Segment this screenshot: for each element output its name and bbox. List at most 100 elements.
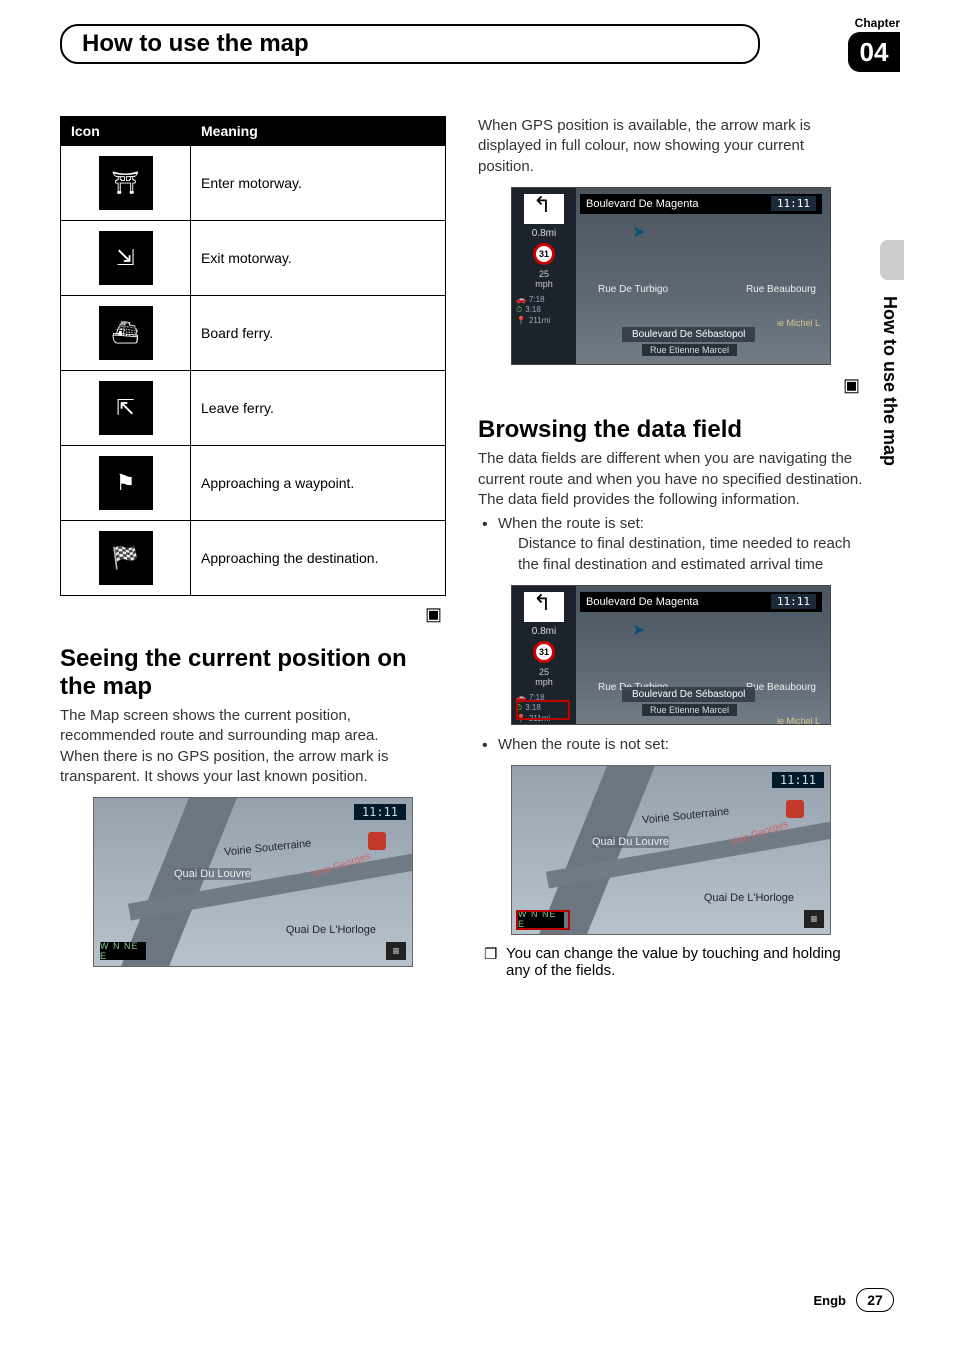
turn-arrow-icon: [524, 194, 564, 224]
meaning-cell: Approaching the destination.: [191, 521, 446, 596]
current-street: Boulevard De Magenta: [586, 596, 699, 608]
map-street-label: Voirie Souterraine: [642, 806, 730, 827]
table-row: ⇱ Leave ferry.: [61, 371, 446, 446]
map-street-label: Rue De Turbigo: [598, 284, 668, 295]
note-touch-hold: You can change the value by touching and…: [478, 945, 864, 979]
compass-icon: W N NE E: [100, 942, 146, 960]
chapter-header: Chapter 04 How to use the map: [60, 24, 900, 64]
position-marker-icon: ➤: [632, 222, 645, 242]
board-ferry-icon: ⛴: [99, 306, 153, 360]
map-time: 11:11: [354, 804, 406, 820]
sub-street-label: Rue Etienne Marcel: [642, 344, 737, 356]
map-street-label: Quai De L'Horloge: [704, 892, 794, 904]
clock-display: 11:11: [771, 196, 816, 211]
bullet-route-set-detail: Distance to final destination, time need…: [498, 534, 864, 575]
chapter-label: Chapter: [855, 16, 900, 30]
icon-cell: ⚑: [61, 446, 191, 521]
enter-motorway-icon: ⛩: [99, 156, 153, 210]
next-street-label: Boulevard De Sébastopol: [622, 687, 755, 702]
map-time: 11:11: [772, 772, 824, 788]
table-row: 🏁 Approaching the destination.: [61, 521, 446, 596]
side-tab-indicator: [880, 240, 904, 280]
position-marker-icon: ➤: [632, 620, 645, 640]
heading-browsing-data-field: Browsing the data field: [478, 416, 864, 444]
next-street-label: Boulevard De Sébastopol: [622, 327, 755, 342]
bullet-route-set: When the route is set: Distance to final…: [478, 514, 864, 575]
turn-distance: 0.8mi: [516, 228, 572, 239]
menu-icon: ≡: [386, 942, 406, 960]
table-row: ⛩ Enter motorway.: [61, 146, 446, 221]
exit-motorway-icon: ⇲: [99, 231, 153, 285]
table-row: ⚑ Approaching a waypoint.: [61, 446, 446, 521]
chapter-number: 04: [848, 32, 900, 72]
map-screenshot-nogps: 11:11 Voirie Souterraine Quai Du Louvre …: [93, 797, 413, 967]
map as map-screenshot-no-route: 11:11 Voirie Souterraine Quai Du Louvre …: [511, 765, 831, 935]
map-street-label: Quai Du Louvre: [592, 836, 669, 848]
clock-display: 11:11: [771, 594, 816, 609]
waypoint-flag-icon: ⚑: [99, 456, 153, 510]
section-end-marker: ▣: [478, 375, 864, 396]
icon-meaning-table: Icon Meaning ⛩Enter motorway.⇲Exit motor…: [60, 116, 446, 596]
current-street: Boulevard De Magenta: [586, 198, 699, 210]
map-sidebar: 0.8mi 31 25mph 🚗7:18 ⏱3:18 📍211mi: [512, 586, 576, 724]
map-top-bar: Boulevard De Magenta 11:11: [580, 194, 822, 214]
page-footer: Engb 27: [814, 1288, 895, 1312]
trip-data-fields: 🚗7:18 ⏱3:18 📍211mi: [516, 295, 572, 326]
turn-arrow-icon: [524, 592, 564, 622]
poi-marker-icon: [368, 832, 386, 850]
icon-cell: ⇱: [61, 371, 191, 446]
map-street-label: Voirie Souterraine: [224, 838, 312, 859]
para-gps-available: When GPS position is available, the arro…: [478, 116, 864, 177]
leave-ferry-icon: ⇱: [99, 381, 153, 435]
map-street-label: Rue Beaubourg: [746, 682, 816, 693]
car-icon: 🚗: [516, 693, 526, 703]
meaning-cell: Enter motorway.: [191, 146, 446, 221]
section-end-marker: ▣: [60, 604, 446, 625]
icon-cell: 🏁: [61, 521, 191, 596]
th-icon: Icon: [61, 117, 191, 146]
map-street-label: ie Michel L: [777, 716, 820, 725]
table-row: ⛴ Board ferry.: [61, 296, 446, 371]
icon-cell: ⇲: [61, 221, 191, 296]
compass-icon: W N NE E: [518, 910, 564, 928]
map-street-label: Rue Beaubourg: [746, 284, 816, 295]
clock-icon: ⏱: [516, 703, 522, 713]
clock-icon: ⏱: [516, 305, 522, 315]
turn-distance: 0.8mi: [516, 626, 572, 637]
meaning-cell: Exit motorway.: [191, 221, 446, 296]
map-screenshot-route-set: 0.8mi 31 25mph 🚗7:18 ⏱3:18 📍211mi Boulev…: [511, 585, 831, 725]
heading-current-position: Seeing the current position on the map: [60, 645, 446, 700]
speed-limit-icon: 31: [533, 243, 555, 265]
map-street-label: Quai De L'Horloge: [286, 924, 376, 936]
icon-cell: ⛴: [61, 296, 191, 371]
map-top-bar: Boulevard De Magenta 11:11: [580, 592, 822, 612]
meaning-cell: Approaching a waypoint.: [191, 446, 446, 521]
car-icon: 🚗: [516, 295, 526, 305]
page-title: How to use the map: [60, 24, 760, 64]
icon-cell: ⛩: [61, 146, 191, 221]
para-no-gps: When there is no GPS position, the arrow…: [60, 747, 446, 788]
meaning-cell: Leave ferry.: [191, 371, 446, 446]
para-data-fields: The data fields are different when you a…: [478, 449, 864, 510]
bullet-route-not-set: When the route is not set:: [478, 735, 864, 755]
speed-limit-icon: 31: [533, 641, 555, 663]
side-section-label: How to use the map: [879, 296, 900, 466]
map-screenshot-gps: 0.8mi 31 25mph 🚗7:18 ⏱3:18 📍211mi Boulev…: [511, 187, 831, 365]
language-code: Engb: [814, 1293, 847, 1308]
page-number: 27: [856, 1288, 894, 1312]
table-row: ⇲ Exit motorway.: [61, 221, 446, 296]
destination-flag-icon: 🏁: [99, 531, 153, 585]
pin-icon: 📍: [516, 316, 526, 326]
map-sidebar: 0.8mi 31 25mph 🚗7:18 ⏱3:18 📍211mi: [512, 188, 576, 364]
menu-icon: ≡: [804, 910, 824, 928]
trip-data-fields: 🚗7:18 ⏱3:18 📍211mi: [516, 693, 572, 724]
current-speed: 25mph: [516, 667, 572, 687]
current-speed: 25mph: [516, 269, 572, 289]
map-street-label: Quai Du Louvre: [174, 868, 251, 880]
para-map-shows: The Map screen shows the current positio…: [60, 706, 446, 747]
meaning-cell: Board ferry.: [191, 296, 446, 371]
poi-marker-icon: [786, 800, 804, 818]
sub-street-label: Rue Etienne Marcel: [642, 704, 737, 716]
map-street-label: ie Michel L: [777, 318, 820, 328]
pin-icon: 📍: [516, 714, 526, 724]
